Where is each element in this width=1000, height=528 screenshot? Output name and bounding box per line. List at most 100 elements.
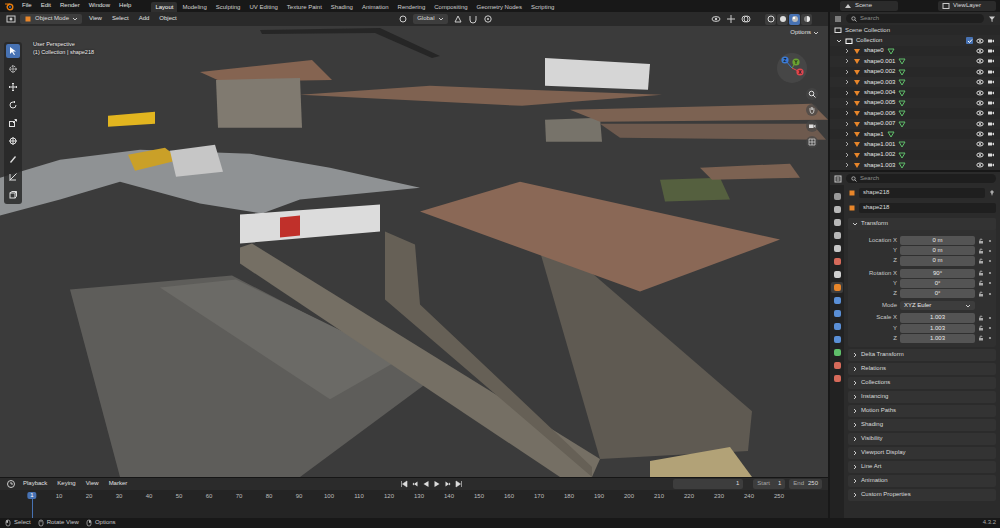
jump-end-icon[interactable] <box>455 480 463 488</box>
property-field[interactable]: 0 m <box>900 246 975 255</box>
viewport-menu[interactable]: View <box>86 15 105 22</box>
transform-pivot-icon[interactable] <box>453 14 463 24</box>
exclude-checkbox[interactable] <box>966 37 973 44</box>
eye-icon[interactable] <box>976 120 984 128</box>
pin-icon[interactable] <box>988 189 996 197</box>
properties-tab[interactable] <box>831 217 843 228</box>
tool-button[interactable] <box>6 44 20 58</box>
lock-icon[interactable] <box>978 291 984 297</box>
editor-type-icon[interactable] <box>6 14 16 24</box>
properties-tab[interactable] <box>831 360 843 371</box>
workspace-tab[interactable]: Rendering <box>394 2 430 12</box>
timeline-menu[interactable]: Playback <box>20 480 50 487</box>
proportional-edit-icon[interactable] <box>483 14 493 24</box>
camera-icon[interactable] <box>987 130 995 138</box>
properties-tab[interactable] <box>831 243 843 254</box>
properties-tab[interactable] <box>831 256 843 267</box>
lock-icon[interactable] <box>978 280 984 286</box>
collapsed-panel[interactable]: Visibility <box>848 433 996 445</box>
perspective-toggle-button[interactable] <box>806 136 818 148</box>
eye-icon[interactable] <box>976 37 984 45</box>
current-frame-field[interactable]: 1 <box>673 479 743 488</box>
keyframe-dot-icon[interactable] <box>987 248 993 254</box>
pan-button[interactable] <box>806 104 818 116</box>
keyframe-dot-icon[interactable] <box>987 270 993 276</box>
keyframe-dot-icon[interactable] <box>987 325 993 331</box>
collapsed-panel[interactable]: Shading <box>848 419 996 431</box>
gizmo-axis[interactable]: Y <box>792 58 800 68</box>
properties-tab[interactable] <box>831 230 843 241</box>
properties-tab[interactable] <box>831 269 843 280</box>
properties-tab[interactable] <box>831 347 843 358</box>
property-field[interactable]: 1.003 <box>900 324 975 333</box>
eye-icon[interactable] <box>976 68 984 76</box>
camera-icon[interactable] <box>987 120 995 128</box>
outliner-row[interactable]: shape1.003 <box>830 160 1000 170</box>
collapsed-panel[interactable]: Delta Transform <box>848 349 996 361</box>
viewport-menu[interactable]: Add <box>136 15 153 22</box>
outliner-row[interactable]: shape0.006 <box>830 108 1000 118</box>
eye-icon[interactable] <box>976 89 984 97</box>
workspace-tab[interactable]: Geometry Nodes <box>473 2 526 12</box>
camera-icon[interactable] <box>987 140 995 148</box>
eye-icon[interactable] <box>976 151 984 159</box>
end-frame-field[interactable]: End250 <box>789 479 822 488</box>
overlays-icon[interactable] <box>741 14 751 24</box>
lock-icon[interactable] <box>978 325 984 331</box>
collapsed-panel[interactable]: Collections <box>848 377 996 389</box>
collapsed-panel[interactable]: Instancing <box>848 391 996 403</box>
camera-view-button[interactable] <box>806 120 818 132</box>
outliner-row[interactable]: Scene Collection <box>830 25 1000 35</box>
outliner-editor-icon[interactable] <box>834 15 842 23</box>
gizmo-axis[interactable]: X <box>792 68 804 76</box>
jump-start-icon[interactable] <box>400 480 408 488</box>
options-dropdown[interactable]: Options <box>787 28 822 37</box>
collapsed-panel[interactable]: Relations <box>848 363 996 375</box>
property-dropdown[interactable]: XYZ Euler <box>900 301 975 310</box>
outliner-row[interactable]: shape0.001 <box>830 56 1000 66</box>
properties-tab[interactable] <box>831 373 843 384</box>
prev-keyframe-icon[interactable] <box>411 480 419 488</box>
blender-logo-icon[interactable] <box>4 1 14 11</box>
tool-button[interactable] <box>6 116 20 130</box>
mode-dropdown[interactable]: Object Mode <box>20 14 82 24</box>
lock-icon[interactable] <box>978 248 984 254</box>
shading-button[interactable] <box>765 14 776 25</box>
eye-icon[interactable] <box>976 47 984 55</box>
menu-item[interactable]: Edit <box>38 2 54 9</box>
menu-item[interactable]: Window <box>86 2 113 9</box>
property-field[interactable]: 1.003 <box>900 334 975 343</box>
keyframe-dot-icon[interactable] <box>987 335 993 341</box>
timeline-menu[interactable]: Keying <box>54 480 78 487</box>
keyframe-dot-icon[interactable] <box>987 280 993 286</box>
playhead[interactable]: 1 <box>27 492 36 499</box>
workspace-tab[interactable]: Shading <box>327 2 357 12</box>
zoom-button[interactable] <box>806 88 818 100</box>
keyframe-dot-icon[interactable] <box>987 238 993 244</box>
shading-button[interactable] <box>789 14 800 25</box>
shading-button[interactable] <box>777 14 788 25</box>
property-field[interactable]: 0 m <box>900 256 975 265</box>
play-icon[interactable] <box>433 480 441 488</box>
workspace-tab[interactable]: Sculpting <box>212 2 245 12</box>
keyframe-dot-icon[interactable] <box>987 315 993 321</box>
tool-button[interactable] <box>6 98 20 112</box>
camera-icon[interactable] <box>987 109 995 117</box>
tool-button[interactable] <box>6 170 20 184</box>
snap-icon[interactable] <box>468 14 478 24</box>
panel-header[interactable]: Transform <box>848 218 996 230</box>
timeline-ruler[interactable]: 1020304050607080901001101201301401501601… <box>0 490 828 518</box>
viewport-canvas[interactable]: User Perspective(1) Collection | shape21… <box>0 26 828 477</box>
timeline-menu[interactable]: View <box>83 480 102 487</box>
shading-button[interactable] <box>801 14 812 25</box>
start-frame-field[interactable]: Start1 <box>753 479 785 488</box>
properties-tab[interactable] <box>831 321 843 332</box>
outliner-row[interactable]: shape0.004 <box>830 87 1000 97</box>
workspace-tab[interactable]: Layout <box>151 2 177 12</box>
eye-icon[interactable] <box>976 78 984 86</box>
orientation-dropdown[interactable]: Global <box>413 14 447 23</box>
menu-item[interactable]: Help <box>116 2 134 9</box>
outliner-row[interactable]: shape1.002 <box>830 150 1000 160</box>
camera-icon[interactable] <box>987 78 995 86</box>
lock-icon[interactable] <box>978 315 984 321</box>
